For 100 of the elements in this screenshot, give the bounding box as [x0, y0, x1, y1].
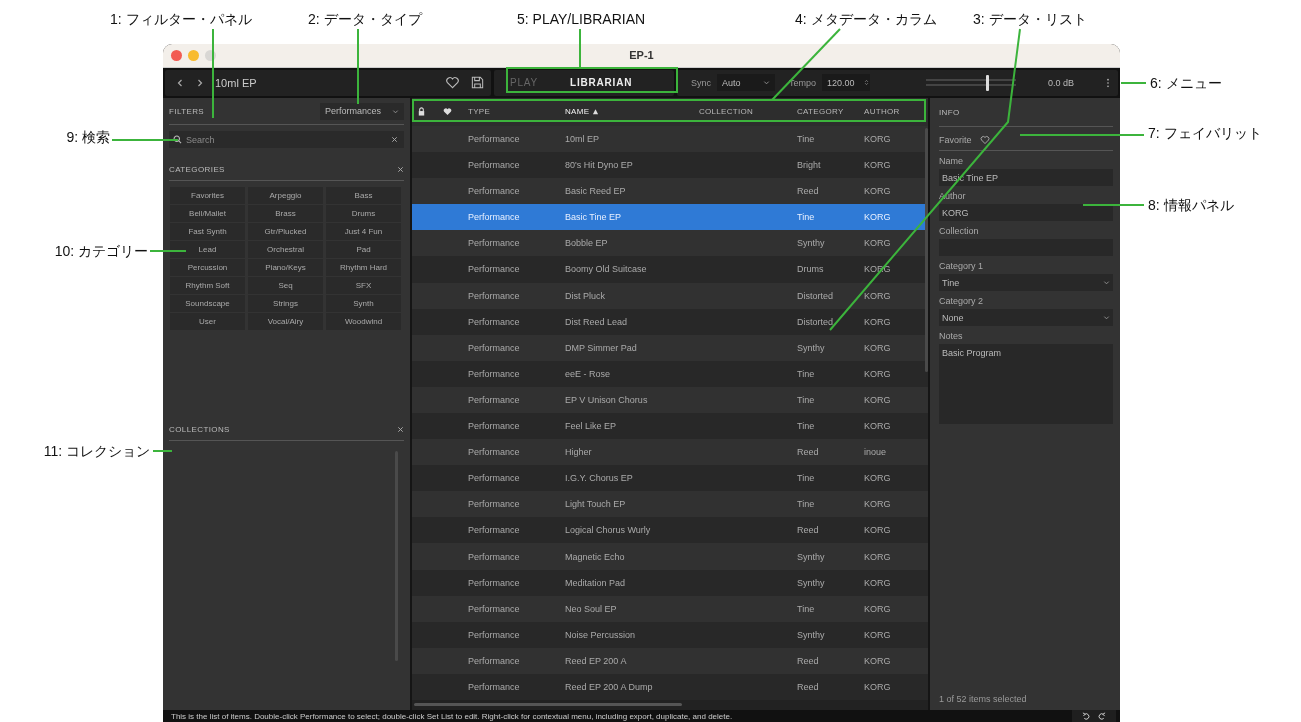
category-button[interactable]: Brass	[248, 205, 323, 222]
category-button[interactable]: Soundscape	[170, 295, 245, 312]
sync-label: Sync	[691, 77, 711, 88]
notes-field[interactable]: Basic Program	[939, 344, 1113, 424]
table-cell: Synthy	[797, 342, 825, 353]
table-cell: Performance	[468, 186, 520, 197]
column-header[interactable]: CATEGORY	[797, 107, 844, 117]
heart-icon[interactable]	[979, 134, 990, 145]
table-cell: inoue	[864, 447, 887, 458]
column-header[interactable]: AUTHOR	[864, 107, 900, 117]
tempo-field[interactable]: 120.00	[822, 74, 871, 92]
table-cell: Performance	[468, 603, 520, 614]
close-button[interactable]	[171, 49, 182, 61]
volume-slider[interactable]	[926, 74, 1016, 91]
back-icon[interactable]	[175, 77, 185, 88]
heart-icon[interactable]	[445, 75, 460, 91]
menu-icon[interactable]	[1106, 77, 1110, 88]
category-button[interactable]: Woodwind	[326, 313, 401, 330]
category-button[interactable]: Piano/Keys	[248, 259, 323, 276]
heart-icon[interactable]	[443, 107, 452, 117]
category-button[interactable]: Favorites	[170, 187, 245, 204]
table-cell: Performance	[468, 342, 520, 353]
table-cell: KORG	[864, 134, 891, 144]
panel-title: CATEGORIES	[169, 164, 225, 174]
category-button[interactable]: Seq	[248, 277, 323, 294]
forward-icon[interactable]	[195, 77, 205, 88]
text-field[interactable]: KORG	[939, 204, 1113, 221]
slider-thumb[interactable]	[985, 74, 989, 91]
scrollbar[interactable]	[925, 127, 928, 372]
clear-icon[interactable]	[397, 425, 404, 433]
list-row[interactable]: Performance EP V Unison Chorus Tine KORG	[412, 386, 928, 413]
undo-icon[interactable]	[1082, 711, 1091, 721]
scrollbar[interactable]	[414, 703, 682, 706]
leader-line	[149, 250, 187, 252]
dropdown[interactable]: None	[939, 309, 1113, 326]
table-cell: KORG	[864, 394, 891, 405]
table-cell: Performance	[468, 238, 520, 249]
table-cell: Distorted	[797, 290, 833, 301]
category-button[interactable]: SFX	[326, 277, 401, 294]
column-header[interactable]: TYPE	[468, 107, 491, 117]
table-cell: Feel Like EP	[565, 421, 617, 432]
table-cell: KORG	[864, 577, 891, 588]
category-button[interactable]: Percussion	[170, 259, 245, 276]
list-row[interactable]: Performance Reed EP 200 A Reed KORG	[412, 647, 928, 674]
table-cell: Dist Reed Lead	[565, 316, 628, 327]
clear-icon[interactable]	[397, 165, 404, 173]
category-button[interactable]: Lead	[170, 241, 245, 258]
sync-dropdown[interactable]: Auto	[717, 74, 775, 92]
table-cell: Basic Reed EP	[565, 186, 626, 197]
data-type-dropdown[interactable]: Performances	[320, 102, 404, 120]
table-cell: Reed	[797, 525, 819, 536]
mode-tab[interactable]: LIBRARIAN	[564, 74, 639, 92]
category-button[interactable]: Synth	[326, 295, 401, 312]
table-cell: Tine	[797, 368, 815, 379]
list-row[interactable]: Performance 10ml EP Tine KORG	[412, 125, 928, 153]
category-button[interactable]: Fast Synth	[170, 223, 245, 240]
callout-label: 1: フィルター・パネル	[110, 10, 252, 28]
table-cell: Synthy	[797, 629, 825, 640]
category-button[interactable]: Bell/Mallet	[170, 205, 245, 222]
category-button[interactable]: Bass	[326, 187, 401, 204]
category-button[interactable]: Just 4 Fun	[326, 223, 401, 240]
list-row[interactable]: Performance Dist Pluck Distorted KORG	[412, 282, 928, 309]
category-button[interactable]: User	[170, 313, 245, 330]
list-row[interactable]: Performance Basic Tine EP Tine KORG	[412, 204, 928, 231]
table-cell: KORG	[864, 160, 891, 171]
table-cell: Reed	[797, 186, 819, 197]
list-row[interactable]: Performance Neo Soul EP Tine KORG	[412, 595, 928, 622]
category-button[interactable]: Rhythm Soft	[170, 277, 245, 294]
category-button[interactable]: Rhythm Hard	[326, 259, 401, 276]
leader-line	[111, 139, 179, 141]
save-icon[interactable]	[470, 75, 485, 91]
list-row[interactable]: Performance Magnetic Echo Synthy KORG	[412, 543, 928, 570]
list-row[interactable]: Performance Basic Reed EP Reed KORG	[412, 178, 928, 205]
category-button[interactable]: Orchestral	[248, 241, 323, 258]
clear-icon[interactable]	[391, 136, 398, 143]
table-cell: I.G.Y. Chorus EP	[565, 473, 633, 484]
category-button[interactable]: Strings	[248, 295, 323, 312]
list-row[interactable]: Performance Light Touch EP Tine KORG	[412, 491, 928, 518]
table-cell: Performance	[468, 160, 520, 171]
category-button[interactable]: Vocal/Airy	[248, 313, 323, 330]
category-button[interactable]: Gtr/Plucked	[248, 223, 323, 240]
lock-icon[interactable]	[417, 107, 426, 117]
search-input[interactable]: Search	[186, 134, 387, 145]
list-row[interactable]: Performance Higher Reed inoue	[412, 439, 928, 466]
search-field[interactable]: Search	[169, 131, 404, 148]
redo-icon[interactable]	[1097, 711, 1106, 721]
category-button[interactable]: Arpeggio	[248, 187, 323, 204]
field-label: Notes	[939, 331, 964, 341]
table-cell: Performance	[468, 368, 520, 379]
table-cell: Performance	[468, 290, 520, 301]
dropdown[interactable]: Tine	[939, 274, 1113, 291]
column-header[interactable]: COLLECTION	[699, 107, 754, 117]
stepper-icon[interactable]	[862, 79, 870, 87]
list-row[interactable]: Performance DMP Simmer Pad Synthy KORG	[412, 334, 928, 361]
category-button[interactable]: Pad	[326, 241, 401, 258]
column-header[interactable]: NAME	[565, 107, 590, 117]
field-label: Name	[939, 156, 964, 166]
category-button[interactable]: Drums	[326, 205, 401, 222]
list-row[interactable]: Performance Bobble EP Synthy KORG	[412, 230, 928, 257]
table-cell: Synthy	[797, 238, 825, 249]
